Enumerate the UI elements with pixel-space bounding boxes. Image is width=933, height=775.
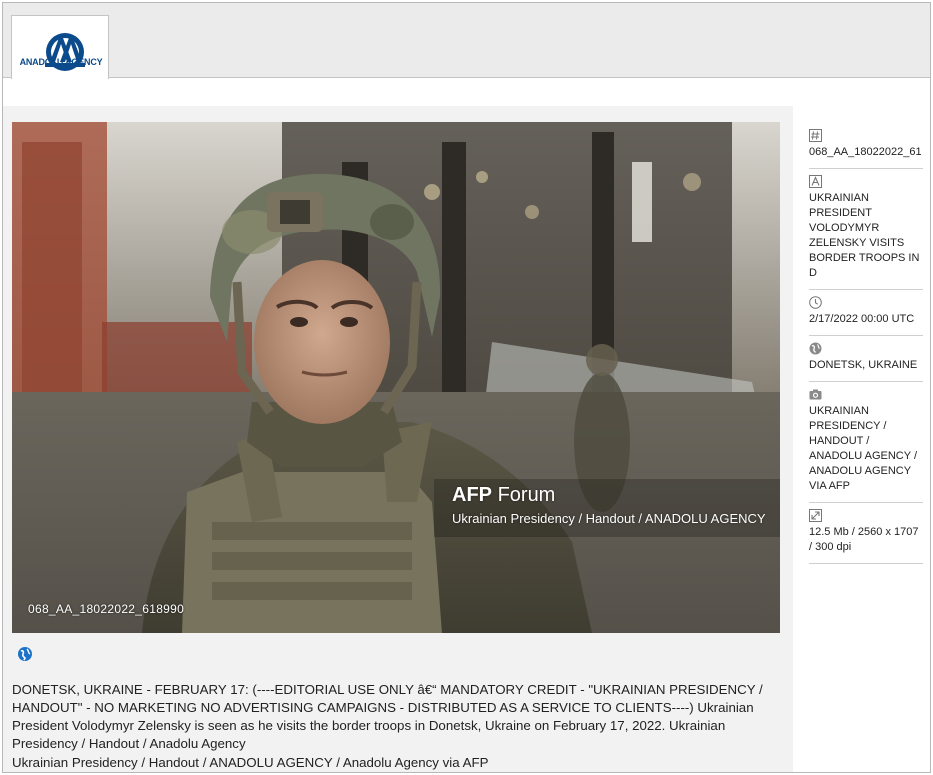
meta-size-value: 12.5 Mb / 2560 x 1707 / 300 dpi [809,526,919,553]
watermark-title: AFP Forum [452,484,555,507]
main-panel: AFP Forum Ukrainian Presidency / Handout… [3,106,793,772]
brand-name: ANADOLU AGENCY [19,57,103,67]
meta-id: 068_AA_18022022_61 [809,123,923,169]
text-icon [809,175,822,188]
metadata-sidebar: 068_AA_18022022_61 UKRAINIAN PRESIDENT V… [809,123,923,564]
camera-icon [809,389,822,400]
clock-icon [809,296,822,309]
meta-date: 2/17/2022 00:00 UTC [809,290,923,336]
resize-icon [809,509,822,522]
watermark-credit: Ukrainian Presidency / Handout / ANADOLU… [452,511,766,526]
news-photo[interactable]: AFP Forum Ukrainian Presidency / Handout… [12,122,780,633]
meta-location-value: DONETSK, UKRAINE [809,359,918,371]
meta-date-value: 2/17/2022 00:00 UTC [809,313,915,325]
meta-credit: UKRAINIAN PRESIDENCY / HANDOUT / ANADOLU… [809,382,923,503]
page-frame: ANADOLU AGENCY AFP Forum Ukrainian Presi… [2,2,931,773]
globe-icon[interactable] [17,646,33,662]
watermark-product: Forum [497,484,556,506]
meta-title: UKRAINIAN PRESIDENT VOLODYMYR ZELENSKY V… [809,169,923,290]
watermark-brand: AFP [452,484,492,506]
photo-image [12,122,780,633]
header-bar: ANADOLU AGENCY [3,3,930,79]
hash-icon [809,129,822,142]
photo-id-label: 068_AA_18022022_618990 [28,602,185,616]
globe-icon [809,342,822,355]
meta-id-value: 068_AA_18022022_61 [809,146,922,158]
meta-title-value: UKRAINIAN PRESIDENT VOLODYMYR ZELENSKY V… [809,192,920,279]
meta-location: DONETSK, UKRAINE [809,336,923,382]
meta-credit-value: UKRAINIAN PRESIDENCY / HANDOUT / ANADOLU… [809,405,917,492]
photo-credit: Ukrainian Presidency / Handout / ANADOLU… [12,755,489,770]
photo-caption: DONETSK, UKRAINE - FEBRUARY 17: (----EDI… [12,682,763,751]
agency-tab[interactable]: ANADOLU AGENCY [11,15,109,79]
meta-size: 12.5 Mb / 2560 x 1707 / 300 dpi [809,503,923,564]
